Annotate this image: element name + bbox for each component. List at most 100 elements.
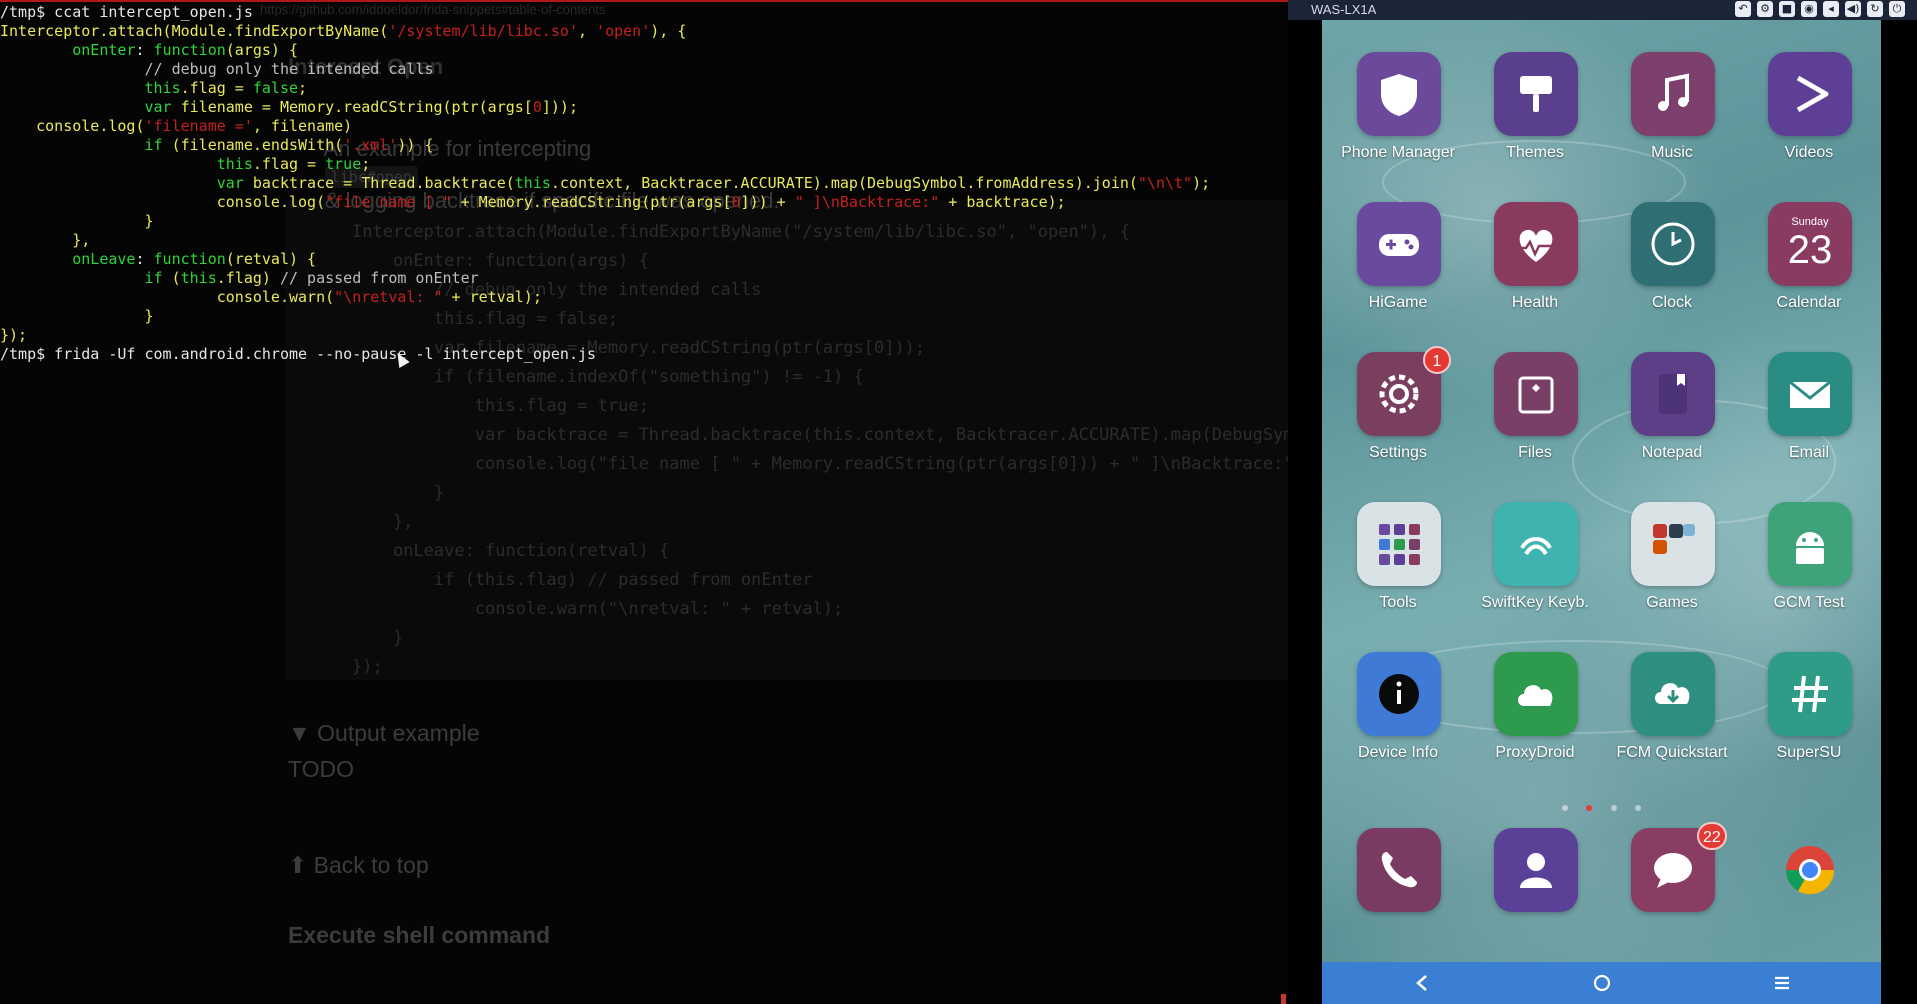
app-fcm-quickstart[interactable]: FCM Quickstart bbox=[1607, 652, 1737, 792]
app-files[interactable]: Files bbox=[1470, 352, 1600, 492]
music-icon-glyph bbox=[1658, 73, 1689, 111]
terminal-text: .flag = bbox=[252, 155, 326, 173]
app-label: Notepad bbox=[1641, 444, 1703, 461]
app-games[interactable]: Games bbox=[1607, 502, 1737, 642]
emulator-titlebar: WAS-LX1A ↶ ⚙ ■ ◉ ◂ ◀) ↻ ⏻ bbox=[1288, 0, 1917, 20]
music-icon bbox=[1631, 52, 1715, 136]
folder-icon-glyph bbox=[1518, 376, 1554, 414]
gear-icon-glyph bbox=[1379, 374, 1419, 414]
app-label: Videos bbox=[1784, 144, 1834, 161]
terminal-text: .flag = bbox=[180, 79, 253, 97]
terminal-line: console.warn("\nretval: " + retval); bbox=[0, 288, 1210, 307]
ghost-code-line: }, bbox=[352, 512, 414, 532]
app-settings[interactable]: 1 Settings bbox=[1333, 346, 1463, 492]
terminal-text: " ]\nBacktrace:" bbox=[794, 193, 940, 211]
terminal-text: } bbox=[0, 307, 154, 325]
app-email[interactable]: Email bbox=[1744, 352, 1874, 492]
app-label: Games bbox=[1646, 594, 1698, 611]
ghost-code-line: console.log("file name [ " + Memory.read… bbox=[352, 454, 1288, 474]
app-message[interactable]: 22 bbox=[1607, 822, 1737, 962]
terminal-text: }, bbox=[0, 231, 91, 249]
app-device-info[interactable]: Device Info bbox=[1333, 652, 1463, 792]
terminal-window[interactable]: https://github.com/iddoeldor/frida-snipp… bbox=[0, 0, 1288, 1004]
terminal-text: + backtrace); bbox=[939, 193, 1066, 211]
ghost-output-example: ▼ Output example bbox=[288, 720, 480, 746]
emulator-control-button[interactable]: ◉ bbox=[1801, 1, 1817, 17]
emulator-control-button[interactable]: ◀) bbox=[1845, 1, 1861, 17]
terminal-text: ); bbox=[1192, 174, 1211, 192]
android-nav-bar bbox=[1322, 962, 1881, 1004]
contact-icon bbox=[1494, 828, 1578, 912]
gamepad-icon-glyph bbox=[1379, 234, 1419, 256]
terminal-line: var backtrace = Thread.backtrace(this.co… bbox=[0, 174, 1210, 193]
app-contact[interactable] bbox=[1470, 828, 1600, 962]
app-gcm-test[interactable]: GCM Test bbox=[1744, 502, 1874, 642]
app-notepad[interactable]: Notepad bbox=[1607, 352, 1737, 492]
terminal-line: Interceptor.attach(Module.findExportByNa… bbox=[0, 22, 1210, 41]
back-button[interactable] bbox=[1392, 962, 1452, 1004]
emulator-control-button[interactable]: ⚙ bbox=[1757, 1, 1773, 17]
app-label: FCM Quickstart bbox=[1616, 744, 1728, 761]
app-phone-manager[interactable]: Phone Manager bbox=[1333, 52, 1463, 192]
app-label: GCM Test bbox=[1773, 594, 1845, 611]
shield-icon-glyph bbox=[1381, 74, 1417, 116]
app-supersu[interactable]: SuperSU bbox=[1744, 652, 1874, 792]
home-button[interactable] bbox=[1572, 962, 1632, 1004]
app-videos[interactable]: Videos bbox=[1744, 52, 1874, 192]
hash-icon bbox=[1768, 652, 1852, 736]
terminal-text: (args) { bbox=[225, 41, 299, 59]
page-dot-active bbox=[1586, 805, 1593, 811]
info-icon bbox=[1357, 652, 1441, 736]
chrome-icon bbox=[1768, 828, 1852, 912]
app-phone[interactable] bbox=[1333, 828, 1463, 962]
app-higame[interactable]: HiGame bbox=[1333, 202, 1463, 342]
terminal-text: true bbox=[325, 155, 362, 173]
terminal-line: /tmp$ ccat intercept_open.js bbox=[0, 3, 1210, 22]
calendar-weekday: Sunday bbox=[1791, 216, 1829, 228]
terminal-text: console.log( bbox=[0, 117, 145, 135]
terminal-text: ), { bbox=[650, 22, 687, 40]
emulator-control-button[interactable]: ■ bbox=[1779, 1, 1795, 17]
phone-home-screen[interactable]: Phone Manager Themes Music Videos HiGame Heal… bbox=[1322, 20, 1881, 962]
app-music[interactable]: Music bbox=[1607, 52, 1737, 192]
emulator-control-button[interactable]: ⏻ bbox=[1889, 1, 1905, 17]
app-proxydroid[interactable]: ProxyDroid bbox=[1470, 652, 1600, 792]
app-chrome[interactable] bbox=[1744, 828, 1874, 962]
terminal-line: console.log('filename =', filename) bbox=[0, 117, 1210, 136]
notification-badge: 1 bbox=[1423, 346, 1451, 374]
terminal-text: : bbox=[135, 41, 154, 59]
page-dot bbox=[1610, 805, 1617, 811]
emulator-control-button[interactable]: ↻ bbox=[1867, 1, 1883, 17]
app-label: Settings bbox=[1369, 444, 1427, 461]
terminal-text: this bbox=[514, 174, 551, 192]
ghost-code-line: } bbox=[352, 628, 404, 648]
emulator-control-button[interactable]: ↶ bbox=[1735, 1, 1751, 17]
app-label: ProxyDroid bbox=[1495, 744, 1575, 761]
terminal-line: this.flag = false; bbox=[0, 79, 1210, 98]
emulator-control-button[interactable]: ◂ bbox=[1823, 1, 1839, 17]
page-indicator bbox=[1322, 798, 1881, 816]
app-calendar[interactable]: Sunday 23 Calendar bbox=[1744, 202, 1874, 342]
app-swiftkey-keyb[interactable]: SwiftKey Keyb. bbox=[1470, 502, 1600, 642]
menu-button[interactable] bbox=[1752, 962, 1812, 1004]
terminal-text: + retval); bbox=[442, 288, 542, 306]
terminal-line: onLeave: function(retval) { bbox=[0, 250, 1210, 269]
terminal-text: ])) + bbox=[740, 193, 795, 211]
app-label: Tools bbox=[1379, 594, 1417, 611]
hash-icon-glyph bbox=[1792, 675, 1828, 713]
terminal-text: function bbox=[153, 250, 226, 268]
terminal-text: "\n\t" bbox=[1137, 174, 1193, 192]
app-themes[interactable]: Themes bbox=[1470, 52, 1600, 192]
terminal-text: false bbox=[252, 79, 299, 97]
app-health[interactable]: Health bbox=[1470, 202, 1600, 342]
terminal-text: if bbox=[0, 136, 163, 154]
terminal-top-border bbox=[0, 0, 1288, 2]
app-clock[interactable]: Clock bbox=[1607, 202, 1737, 342]
terminal-line: } bbox=[0, 212, 1210, 231]
app-label: SuperSU bbox=[1776, 744, 1842, 761]
clock-icon bbox=[1631, 202, 1715, 286]
page-dot bbox=[1561, 805, 1568, 811]
app-label: Music bbox=[1651, 144, 1693, 161]
terminal-text: + Memory.readCString(ptr(args[ bbox=[451, 193, 732, 211]
app-tools[interactable]: Tools bbox=[1333, 502, 1463, 642]
